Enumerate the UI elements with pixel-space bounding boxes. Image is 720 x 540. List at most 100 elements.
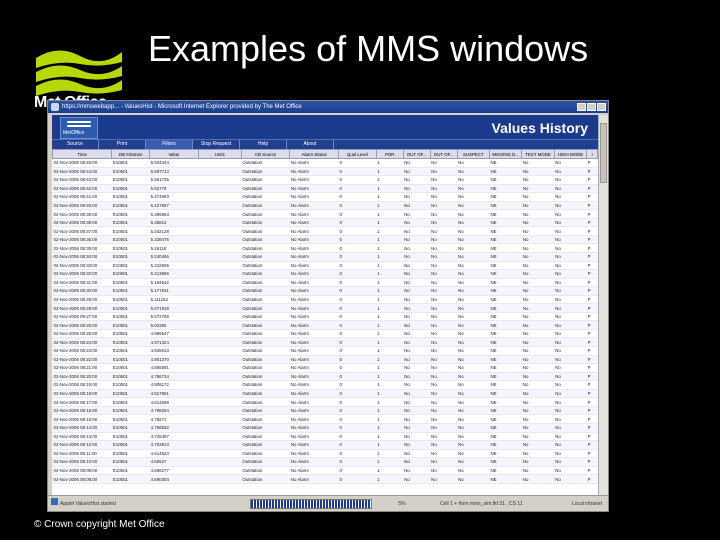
column-header[interactable]: SUSPECT <box>456 149 491 159</box>
table-cell: No <box>521 329 555 339</box>
table-header-row: Time DB Fdomen Value Units CB Source Alarm St… <box>52 149 598 159</box>
table-row[interactable]: 02-Nov-2006 08:15:00 E10501 4.78271 Outstat… <box>52 414 598 424</box>
table-row[interactable]: 02-Nov-2006 08:41:00 E10501 5.474993 Outsta… <box>52 192 598 202</box>
table-cell: 02-Nov-2006 08:25:00 <box>52 329 112 339</box>
table-cell: No <box>521 286 555 296</box>
table-cell: No <box>521 355 555 365</box>
table-row[interactable]: 02-Nov-2006 08:13:00 E10501 4.725487 Outsta… <box>52 432 598 442</box>
table-cell <box>198 355 242 365</box>
column-header[interactable]: POR <box>375 149 404 159</box>
table-cell: No <box>521 201 555 211</box>
table-cell <box>198 397 242 407</box>
table-row[interactable]: 02-Nov-2006 08:30:00 E10501 5.177531 Outsta… <box>52 286 598 296</box>
table-cell: 5.072789 <box>149 312 199 322</box>
table-row[interactable]: 02-Nov-2006 08:10:00 E10501 4.60627 Outstat… <box>52 457 598 467</box>
table-row[interactable]: 02-Nov-2006 08:20:00 E10501 4.796734 Outsta… <box>52 372 598 382</box>
table-row[interactable]: 02-Nov-2006 08:11:00 E10501 4.614623 Outsta… <box>52 449 598 459</box>
scrollbar-thumb[interactable] <box>600 123 607 183</box>
table-cell: No Alarm <box>289 372 339 382</box>
column-header[interactable]: DB Fdomen <box>111 149 151 159</box>
table-row[interactable]: 02-Nov-2006 08:12:00 E10501 4.703913 Outsta… <box>52 440 598 450</box>
table-row[interactable]: 02-Nov-2006 08:36:00 E10501 5.328476 Outsta… <box>52 235 598 245</box>
table-row[interactable]: 02-Nov-2006 08:21:00 E10501 4.866591 Outsta… <box>52 363 598 373</box>
table-cell: No <box>457 303 490 313</box>
table-cell: P <box>586 209 598 219</box>
vertical-scrollbar[interactable] <box>598 115 608 495</box>
table-row[interactable]: 02-Nov-2006 08:09:00 E10501 4.598277 Outsta… <box>52 466 598 476</box>
column-header[interactable]: Qual Level <box>337 149 377 159</box>
table-row[interactable]: 02-Nov-2006 08:38:00 E10501 5.35812 Outstat… <box>52 218 598 228</box>
table-row[interactable]: 02-Nov-2006 08:37:00 E10501 5.342138 Outsta… <box>52 226 598 236</box>
table-cell <box>198 158 242 168</box>
column-header[interactable]: Value <box>149 149 199 159</box>
table-row[interactable]: 02-Nov-2006 08:43:00 E10501 5.561735 Outsta… <box>52 175 598 185</box>
table-row[interactable]: 02-Nov-2006 08:29:00 E10501 5.111152 Outsta… <box>52 295 598 305</box>
table-row[interactable]: 02-Nov-2006 08:22:00 E10501 4.901370 Outsta… <box>52 355 598 365</box>
close-button[interactable] <box>597 103 606 111</box>
table-cell: 02-Nov-2006 08:09:00 <box>52 466 112 476</box>
table-cell: No <box>554 406 587 416</box>
table-row[interactable]: 02-Nov-2006 08:16:00 E10501 4.798294 Outsta… <box>52 406 598 416</box>
table-cell: P <box>586 423 598 433</box>
column-header[interactable]: OUT OF... <box>429 149 458 159</box>
table-row[interactable]: 02-Nov-2006 08:35:00 E10501 5.26118 Outstat… <box>52 243 598 253</box>
table-row[interactable]: 02-Nov-2006 08:18:00 E10501 4.817961 Outsta… <box>52 389 598 399</box>
menu-item-stop-request[interactable]: Stop Request <box>193 140 240 149</box>
table-cell <box>198 466 242 476</box>
table-row[interactable]: 02-Nov-2006 08:42:00 E10501 5.52776 Outstat… <box>52 184 598 194</box>
table-cell: No <box>403 406 431 416</box>
table-row[interactable]: 02-Nov-2006 08:24:00 E10501 4.971324 Outsta… <box>52 337 598 348</box>
table-row[interactable]: 02-Nov-2006 08:32:00 E10501 5.213966 Outsta… <box>52 269 598 279</box>
table-row[interactable]: 02-Nov-2006 08:17:00 E10501 4.814598 Outsta… <box>52 397 598 407</box>
menu-item-help[interactable]: Help <box>240 140 287 149</box>
column-header[interactable]: I <box>586 149 598 159</box>
table-row[interactable]: 02-Nov-2006 08:08:00 E10501 4.590304 Outsta… <box>52 474 598 484</box>
table-row[interactable]: 02-Nov-2006 08:14:00 E10501 4.758832 Outsta… <box>52 423 598 433</box>
minimize-button[interactable] <box>577 103 586 111</box>
table-row[interactable]: 02-Nov-2006 08:45:00 E10501 5.604344 Outsta… <box>52 158 598 168</box>
table-cell: No Alarm <box>289 329 339 339</box>
column-header[interactable]: Time <box>52 149 113 159</box>
table-cell <box>198 414 242 424</box>
table-cell: 1 <box>376 235 404 245</box>
table-cell: E10501 <box>111 406 150 416</box>
table-cell: E10501 <box>111 440 150 450</box>
table-row[interactable]: 02-Nov-2006 08:27:00 E10501 5.072789 Outsta… <box>52 312 598 322</box>
column-header[interactable]: HIGH MODE <box>553 149 588 159</box>
column-header[interactable]: Alarm Status <box>289 149 339 159</box>
table-row[interactable]: 02-Nov-2006 08:31:00 E10501 5.194642 Outsta… <box>52 278 598 288</box>
table-cell: E10501 <box>111 261 150 271</box>
table-cell: No <box>554 380 587 390</box>
table-cell: No <box>521 226 555 236</box>
table-row[interactable]: 02-Nov-2006 08:23:00 E10501 4.935913 Outsta… <box>52 346 598 356</box>
table-cell: No <box>403 209 431 219</box>
column-header[interactable]: CB Source <box>240 149 291 159</box>
maximize-button[interactable] <box>587 103 596 111</box>
menu-item-filters[interactable]: Filters <box>146 140 193 149</box>
table-row[interactable]: 02-Nov-2006 08:19:00 E10501 4.806172 Outsta… <box>52 380 598 390</box>
menu-item-print[interactable]: Print <box>99 140 146 149</box>
column-header[interactable]: OUT OF... <box>402 149 431 159</box>
table-cell: 1 <box>376 158 404 168</box>
table-cell: 1 <box>376 337 404 348</box>
app-banner: MetOffice Values History <box>52 115 598 139</box>
column-header[interactable]: TEST MODE <box>521 149 555 159</box>
table-row[interactable]: 02-Nov-2006 08:40:00 E10501 5.427857 Outsta… <box>52 201 598 211</box>
table-row[interactable]: 02-Nov-2006 08:25:00 E10501 4.996547 Outsta… <box>52 329 598 339</box>
table-row[interactable]: 02-Nov-2006 08:44:00 E10501 5.597713 Outsta… <box>52 167 598 177</box>
table-row[interactable]: 02-Nov-2006 08:34:00 E10501 5.240466 Outsta… <box>52 252 598 262</box>
menu-item-source[interactable]: Source <box>52 140 99 149</box>
table-cell: No <box>457 261 490 271</box>
column-header[interactable]: MISSING D... <box>488 149 523 159</box>
table-cell: 1 <box>376 397 404 407</box>
table-cell: No <box>457 209 490 219</box>
table-row[interactable]: 02-Nov-2006 08:26:00 E10501 5.02365 Outstat… <box>52 320 598 330</box>
table-row[interactable]: 02-Nov-2006 08:33:00 E10501 5.222506 Outsta… <box>52 261 598 271</box>
table-cell: Outstation <box>241 303 290 313</box>
table-cell: Outstation <box>241 184 290 194</box>
table-row[interactable]: 02-Nov-2006 08:28:00 E10501 5.071919 Outsta… <box>52 303 598 313</box>
table-row[interactable]: 02-Nov-2006 08:39:00 E10501 5.396963 Outsta… <box>52 209 598 219</box>
menu-item-about[interactable]: About <box>287 140 334 149</box>
column-header[interactable]: Units <box>197 149 242 159</box>
table-cell: No <box>554 184 587 194</box>
